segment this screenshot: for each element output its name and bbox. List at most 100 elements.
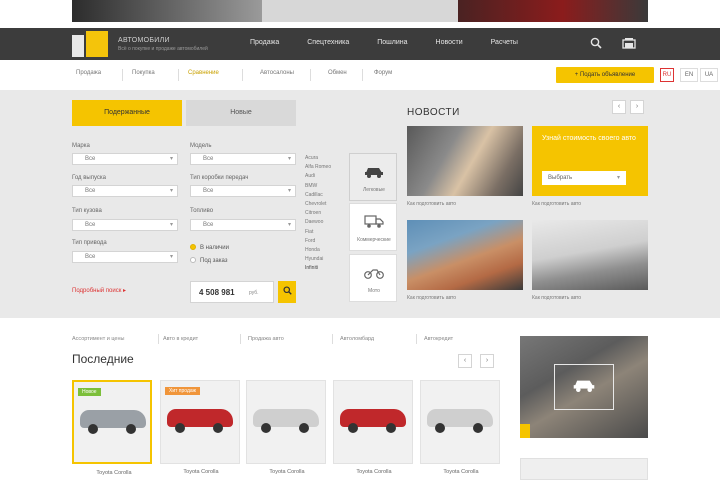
car-card[interactable]: Хит продаж Toyota Corolla [160, 380, 240, 475]
car-title[interactable]: Toyota Corolla [74, 470, 154, 476]
radio-on-order[interactable]: Под заказ [190, 257, 228, 264]
news-caption[interactable]: Как подготовить авто [407, 201, 456, 207]
make-link[interactable]: Daewoo [305, 218, 345, 227]
nav-item-special[interactable]: Спецтехника [307, 39, 349, 46]
brand-name: АВТОМОБИЛИ [118, 37, 170, 44]
truck-icon [364, 214, 384, 230]
make-link[interactable]: Audi [305, 172, 345, 181]
make-link[interactable]: Infiniti [305, 264, 345, 273]
add-listing-button[interactable]: + Подать объявление [556, 67, 654, 83]
fuel-select[interactable]: Все ▾ [190, 219, 296, 231]
promo-select-value: Выбрать [548, 175, 573, 181]
banner-car-image-right [458, 0, 648, 22]
subnav-item-compare[interactable]: Сравнение [188, 70, 219, 76]
subnav-item-buy[interactable]: Покупка [132, 70, 155, 76]
divider [362, 69, 363, 81]
search-submit-button[interactable] [278, 281, 296, 303]
brand-tagline: Всё о покупке и продаже автомобилей [118, 46, 208, 52]
main-header: АВТОМОБИЛИ Всё о покупке и продаже автом… [0, 28, 720, 60]
vehicle-type-truck[interactable]: Коммерческие [349, 203, 397, 251]
vehicle-type-car[interactable]: Легковые [349, 153, 397, 201]
car-wheel [299, 423, 309, 433]
body-select[interactable]: Все ▾ [72, 219, 178, 231]
bottom-nav-item[interactable]: Ассортимент и цены [72, 336, 124, 342]
model-select[interactable]: Все ▾ [190, 153, 296, 165]
advanced-search-link[interactable]: Подробный поиск ▸ [72, 287, 126, 294]
nav-item-duty[interactable]: Пошлина [377, 39, 407, 46]
recent-prev-button[interactable]: ‹ [458, 354, 472, 368]
page: АВТОМОБИЛИ Всё о покупке и продаже автом… [0, 0, 720, 480]
news-caption[interactable]: Как подготовить авто [532, 295, 581, 301]
logo-mark-white [72, 35, 84, 57]
car-title[interactable]: Toyota Corolla [161, 469, 241, 475]
ad-banner-secondary[interactable] [520, 458, 648, 480]
car-wheel [348, 423, 358, 433]
news-next-button[interactable]: › [630, 100, 644, 114]
chevron-down-icon: ▾ [169, 222, 173, 228]
bottom-nav-item[interactable]: Продажа авто [248, 336, 284, 342]
search-icon[interactable] [589, 37, 603, 51]
garage-icon[interactable] [622, 37, 636, 51]
make-link[interactable]: Ford [305, 237, 345, 246]
make-link[interactable]: Chevrolet [305, 200, 345, 209]
car-card[interactable]: Новое Toyota Corolla [72, 380, 152, 476]
year-select[interactable]: Все ▾ [72, 185, 178, 197]
car-card[interactable]: Toyota Corolla [420, 380, 500, 475]
make-link[interactable]: Cadillac [305, 191, 345, 200]
tab-new[interactable]: Новые [186, 100, 296, 126]
car-wheel [386, 423, 396, 433]
divider [158, 334, 159, 344]
main-nav: Продажа Спецтехника Пошлина Новости Расч… [250, 39, 546, 46]
ad-banner[interactable] [520, 336, 648, 438]
make-link[interactable]: Citroen [305, 209, 345, 218]
subnav-item-sale[interactable]: Продажа [76, 70, 101, 76]
news-photo[interactable] [532, 220, 648, 290]
make-link[interactable]: Acura [305, 154, 345, 163]
site-logo[interactable] [72, 31, 110, 57]
car-title[interactable]: Toyota Corolla [247, 469, 327, 475]
divider [416, 334, 417, 344]
radio-in-stock[interactable]: В наличии [190, 244, 229, 251]
news-heading: НОВОСТИ [407, 107, 460, 118]
car-wheel [473, 423, 483, 433]
car-card[interactable]: Toyota Corolla [333, 380, 413, 475]
make-link[interactable]: BMW [305, 182, 345, 191]
lang-ua-button[interactable]: UA [700, 68, 718, 82]
news-caption[interactable]: Как подготовить авто [532, 201, 581, 207]
tab-used[interactable]: Подержанные [72, 100, 182, 126]
vehicle-type-moto[interactable]: Мото [349, 254, 397, 302]
drive-select[interactable]: Все ▾ [72, 251, 178, 263]
logo-mark-yellow [86, 31, 108, 57]
make-link[interactable]: Alfa Romeo [305, 163, 345, 172]
news-photo[interactable] [407, 220, 523, 290]
gearbox-select[interactable]: Все ▾ [190, 185, 296, 197]
news-photo[interactable] [407, 126, 523, 196]
news-caption[interactable]: Как подготовить авто [407, 295, 456, 301]
field-label-model: Модель [190, 143, 212, 149]
nav-item-news[interactable]: Новости [436, 39, 463, 46]
subnav-item-dealers[interactable]: Автосалоны [260, 70, 294, 76]
radio-dot [190, 244, 196, 250]
status-badge: Новое [78, 388, 101, 396]
top-banner[interactable] [72, 0, 648, 22]
make-link[interactable]: Hyundai [305, 255, 345, 264]
news-prev-button[interactable]: ‹ [612, 100, 626, 114]
recent-next-button[interactable]: › [480, 354, 494, 368]
bottom-nav-item[interactable]: Автоломбард [340, 336, 374, 342]
lang-en-button[interactable]: EN [680, 68, 698, 82]
car-title[interactable]: Toyota Corolla [421, 469, 501, 475]
subnav-item-forum[interactable]: Форум [374, 70, 392, 76]
promo-select[interactable]: Выбрать ▾ [542, 171, 626, 185]
car-wheel [126, 424, 136, 434]
nav-item-sale[interactable]: Продажа [250, 39, 279, 46]
make-link[interactable]: Fiat [305, 228, 345, 237]
lang-ru-button[interactable]: RU [660, 68, 674, 82]
subnav-item-exchange[interactable]: Обмен [328, 70, 347, 76]
make-link[interactable]: Honda [305, 246, 345, 255]
make-select[interactable]: Все ▾ [72, 153, 178, 165]
bottom-nav-item[interactable]: Автокредит [424, 336, 453, 342]
nav-item-calc[interactable]: Расчеты [491, 39, 518, 46]
car-card[interactable]: Toyota Corolla [246, 380, 326, 475]
bottom-nav-item[interactable]: Авто в кредит [163, 336, 198, 342]
car-title[interactable]: Toyota Corolla [334, 469, 414, 475]
